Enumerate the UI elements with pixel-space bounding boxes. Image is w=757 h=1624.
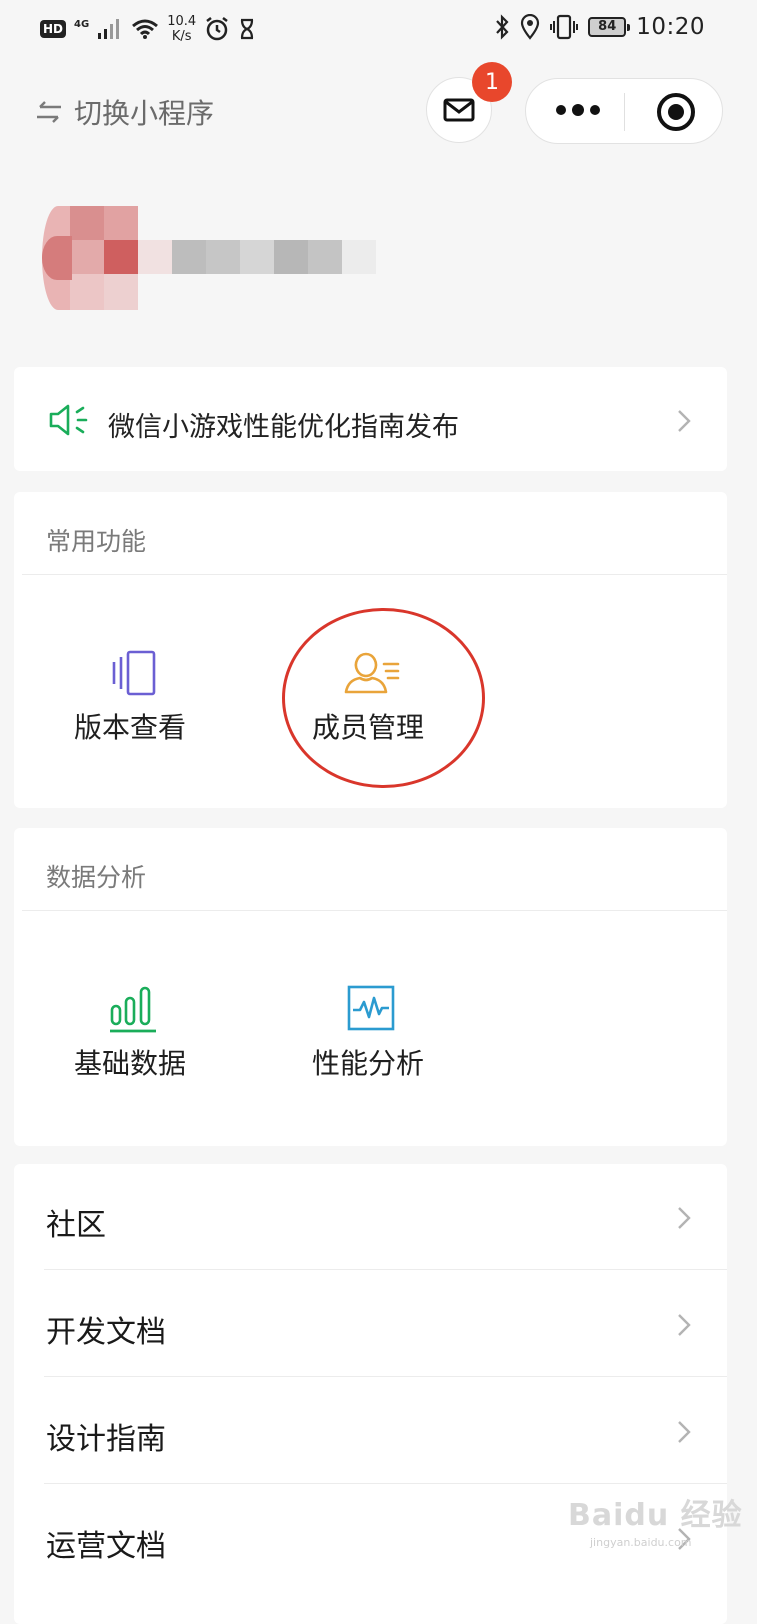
network-type: 4G xyxy=(74,18,90,30)
network-speed: 10.4 K/s xyxy=(167,14,196,44)
chevron-right-icon xyxy=(678,410,691,432)
nickname-pixelated xyxy=(138,240,378,274)
bar-chart-icon xyxy=(110,986,156,1033)
row-divider xyxy=(44,1483,727,1484)
capsule-menu xyxy=(525,78,723,144)
hd-badge: HD xyxy=(40,20,67,38)
data-analysis-card: 数据分析 基础数据 性能分析 xyxy=(14,828,727,1146)
list-item-label: 运营文档 xyxy=(46,1529,166,1564)
watermark-site: jingyan.baidu.com xyxy=(590,1536,692,1549)
speed-value: 10.4 xyxy=(167,14,197,29)
watermark-brand: Baidu 经验 xyxy=(568,1498,743,1533)
wifi-icon xyxy=(132,19,159,39)
tile-performance-analysis[interactable]: 性能分析 xyxy=(292,958,452,1080)
speed-unit: K/s xyxy=(171,29,192,44)
section-title-data: 数据分析 xyxy=(46,863,147,892)
capsule-separator xyxy=(624,93,625,131)
hourglass-icon xyxy=(241,18,254,40)
version-icon xyxy=(112,650,156,696)
row-divider xyxy=(44,1376,727,1377)
status-bar: HD 4G 10.4 K/s 84 10:20 xyxy=(0,0,757,64)
signal-icon xyxy=(98,19,120,39)
chevron-right-icon xyxy=(678,1421,691,1443)
clock: 10:20 xyxy=(636,14,705,40)
tile-label: 版本查看 xyxy=(74,711,187,744)
highlight-circle xyxy=(282,608,485,788)
status-right: 84 10:20 xyxy=(494,14,705,40)
tile-label: 性能分析 xyxy=(312,1047,425,1080)
section-title-common: 常用功能 xyxy=(46,527,147,556)
list-item-community[interactable]: 社区 xyxy=(14,1164,727,1270)
speaker-icon xyxy=(49,404,88,436)
tile-version[interactable]: 版本查看 xyxy=(54,622,214,744)
section-divider xyxy=(22,910,727,911)
bluetooth-icon xyxy=(496,14,509,40)
performance-icon xyxy=(347,985,395,1031)
close-miniprogram-button[interactable] xyxy=(657,93,695,131)
swap-arrows-icon xyxy=(37,101,61,123)
chevron-right-icon xyxy=(678,1314,691,1336)
notice-banner[interactable]: 微信小游戏性能优化指南发布 xyxy=(14,367,727,471)
list-item-label: 设计指南 xyxy=(46,1422,166,1457)
mail-badge: 1 xyxy=(472,62,512,102)
resources-list: 社区 开发文档 设计指南 运营文档 xyxy=(14,1164,727,1624)
list-item-design-guide[interactable]: 设计指南 xyxy=(14,1378,727,1484)
row-divider xyxy=(44,1269,727,1270)
switch-miniprogram-button[interactable]: 切换小程序 xyxy=(34,92,214,132)
switch-miniprogram-label: 切换小程序 xyxy=(74,97,215,130)
more-dot xyxy=(556,105,566,115)
list-item-label: 社区 xyxy=(46,1208,106,1243)
more-dot xyxy=(572,104,584,116)
location-icon xyxy=(521,14,540,40)
status-left: HD 4G 10.4 K/s xyxy=(40,14,256,44)
notice-text: 微信小游戏性能优化指南发布 xyxy=(108,412,459,443)
vibrate-icon xyxy=(550,14,579,40)
section-divider xyxy=(22,574,727,575)
list-item-label: 开发文档 xyxy=(46,1315,166,1350)
more-button[interactable] xyxy=(556,104,600,116)
chevron-right-icon xyxy=(678,1207,691,1229)
tile-basic-data[interactable]: 基础数据 xyxy=(54,958,214,1080)
avatar xyxy=(42,206,138,310)
list-item-dev-docs[interactable]: 开发文档 xyxy=(14,1271,727,1377)
battery-indicator: 84 xyxy=(588,17,631,37)
alarm-icon xyxy=(206,17,228,41)
tile-label: 基础数据 xyxy=(74,1047,187,1080)
mail-icon xyxy=(443,98,475,122)
more-dot xyxy=(590,105,600,115)
